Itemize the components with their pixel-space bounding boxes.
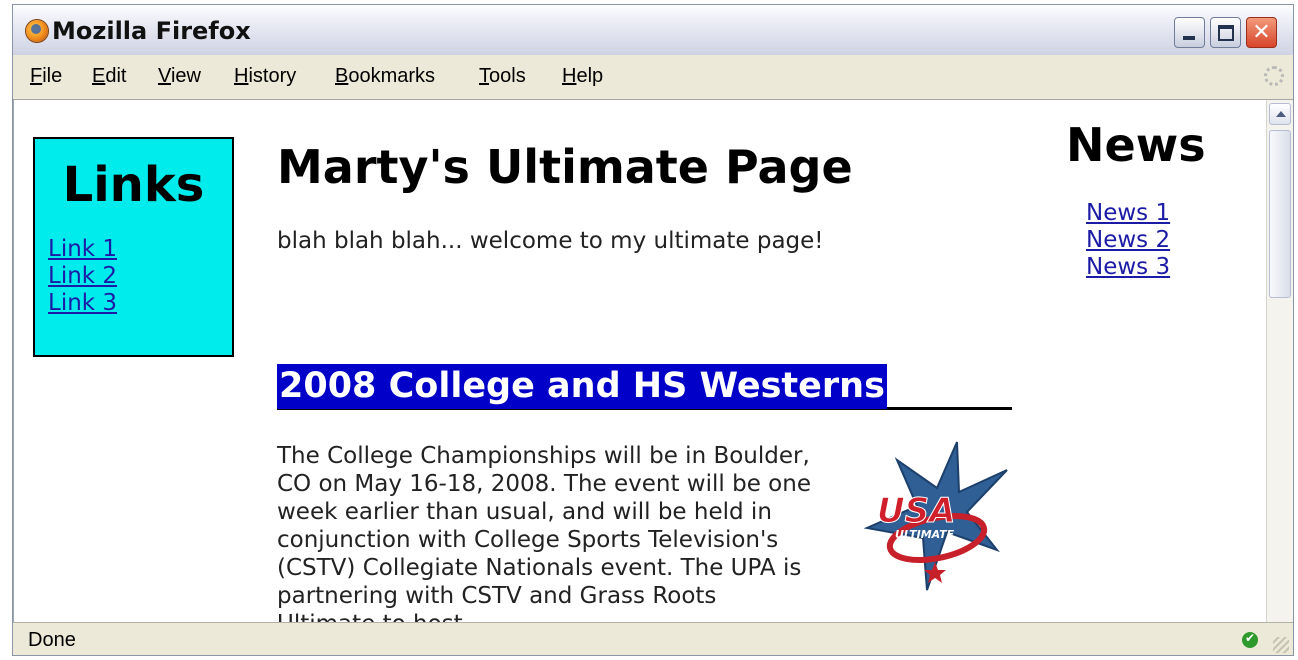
status-text: Done: [28, 629, 76, 651]
links-list: Link 1 Link 2 Link 3: [48, 236, 117, 317]
status-bar: Done: [13, 622, 1293, 655]
minimize-button[interactable]: [1174, 17, 1205, 48]
throbber-icon: [1264, 66, 1284, 86]
browser-window: Mozilla Firefox File Edit View History B…: [12, 4, 1294, 656]
news-list: News 1 News 2 News 3: [1086, 200, 1170, 281]
menu-edit[interactable]: Edit: [92, 65, 126, 88]
link-1[interactable]: Link 1: [48, 236, 117, 263]
link-2[interactable]: Link 2: [48, 263, 117, 290]
article-text: The College Championships will be in Bou…: [277, 443, 811, 622]
link-3[interactable]: Link 3: [48, 290, 117, 317]
title-bar[interactable]: Mozilla Firefox: [13, 5, 1293, 55]
news-link-3[interactable]: News 3: [1086, 254, 1170, 281]
menu-file[interactable]: File: [30, 65, 62, 88]
scroll-thumb[interactable]: [1269, 130, 1291, 298]
menu-tools[interactable]: Tools: [479, 65, 526, 88]
section-heading: 2008 College and HS Westerns: [277, 364, 887, 409]
window-title: Mozilla Firefox: [52, 17, 251, 45]
scroll-up-button[interactable]: [1269, 103, 1291, 125]
page-viewport: Links Link 1 Link 2 Link 3 Marty's Ultim…: [13, 100, 1267, 622]
menu-bookmarks[interactable]: Bookmarks: [335, 65, 435, 88]
page-title: Marty's Ultimate Page: [277, 140, 853, 194]
menu-view[interactable]: View: [158, 65, 201, 88]
intro-text: blah blah blah... welcome to my ultimate…: [277, 228, 824, 254]
news-link-2[interactable]: News 2: [1086, 227, 1170, 254]
close-button[interactable]: [1246, 17, 1277, 48]
maximize-button[interactable]: [1210, 17, 1241, 48]
resize-grip-icon[interactable]: [1273, 637, 1289, 653]
links-box: Links Link 1 Link 2 Link 3: [33, 137, 234, 357]
menu-help[interactable]: Help: [562, 65, 603, 88]
firefox-icon: [26, 20, 48, 42]
logo-text-usa: USA: [877, 491, 955, 531]
usa-ultimate-logo: USA ULTIMATE: [863, 441, 1008, 591]
menu-history[interactable]: History: [234, 65, 296, 88]
vertical-scrollbar[interactable]: [1266, 100, 1293, 622]
links-heading: Links: [62, 157, 205, 213]
menu-bar: File Edit View History Bookmarks Tools H…: [13, 55, 1293, 100]
news-heading: News: [1066, 118, 1206, 172]
status-ok-icon: [1242, 631, 1258, 648]
logo-text-ultimate: ULTIMATE: [895, 528, 955, 541]
news-link-1[interactable]: News 1: [1086, 200, 1170, 227]
